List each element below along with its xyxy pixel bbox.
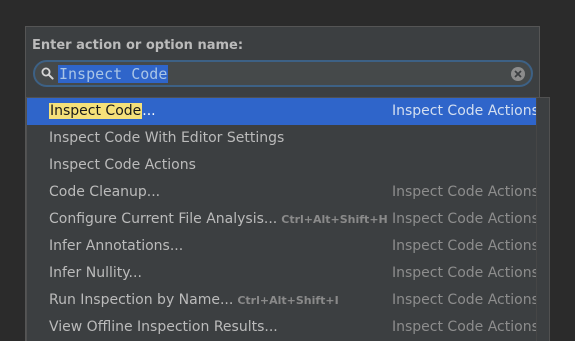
page: Enter action or option name: Inspect Cod… [0,0,575,341]
result-shortcut: Ctrl+Alt+Shift+H [281,213,388,226]
result-row[interactable]: Inspect Code With Editor Settings [27,125,538,152]
result-row[interactable]: Configure Current File Analysis... Ctrl+A… [27,206,539,233]
result-name-text: Code Cleanup... [49,184,161,200]
result-row[interactable]: Inspect Code... Inspect Code Actions [27,98,539,125]
result-name: Infer Annotations... [49,233,183,260]
result-name-text: Infer Nullity... [49,265,142,281]
result-row[interactable]: Inspect Code Actions [27,152,538,179]
prompt-label: Enter action or option name: [32,38,244,53]
result-name-text: Configure Current File Analysis... [49,211,278,227]
result-name: Code Cleanup... [49,179,160,206]
result-match-highlight: Inspect Code [49,103,143,119]
search-input[interactable]: Inspect Code [56,64,511,84]
result-name: Inspect Code... [49,98,156,125]
result-shortcut: Ctrl+Alt+Shift+I [237,294,339,307]
result-name-text: Infer Annotations... [49,238,184,254]
result-row[interactable]: Run Inspection by Name... Ctrl+Alt+Shift+… [27,287,539,314]
result-name: Configure Current File Analysis... Ctrl+A… [49,206,388,233]
result-name-text: Inspect Code Actions [49,157,196,173]
result-row[interactable]: Infer Nullity... Inspect Code Actions [27,260,539,287]
result-name-suffix: ... [142,103,156,119]
result-name-text: Run Inspection by Name... [49,292,234,308]
clear-icon[interactable] [511,66,525,81]
result-group: Inspect Code Actions [392,319,539,335]
result-group: Inspect Code Actions [392,103,539,119]
search-input-selected-text: Inspect Code [58,64,169,83]
result-group: Inspect Code Actions [392,292,539,308]
result-name: View Offline Inspection Results... [49,314,278,341]
results-list: Inspect Code... Inspect Code Actions Inspe… [26,97,550,341]
result-name: Inspect Code Actions [49,152,196,179]
result-name: Infer Nullity... [49,260,142,287]
search-field[interactable]: Inspect Code [33,60,533,87]
result-row[interactable]: Code Cleanup... Inspect Code Actions [27,179,539,206]
result-group: Inspect Code Actions [392,265,539,281]
result-name-text: View Offline Inspection Results... [49,319,278,335]
result-name-text: Inspect Code With Editor Settings [49,130,285,146]
search-icon [39,66,55,82]
result-row[interactable]: View Offline Inspection Results... Inspec… [27,314,539,341]
result-row[interactable]: Infer Annotations... Inspect Code Actions [27,233,539,260]
result-group: Inspect Code Actions [392,211,539,227]
result-group: Inspect Code Actions [392,184,539,200]
result-name: Inspect Code With Editor Settings [49,125,284,152]
scrollbar[interactable] [536,98,549,341]
result-group: Inspect Code Actions [392,238,539,254]
result-name: Run Inspection by Name... Ctrl+Alt+Shift+… [49,287,339,314]
